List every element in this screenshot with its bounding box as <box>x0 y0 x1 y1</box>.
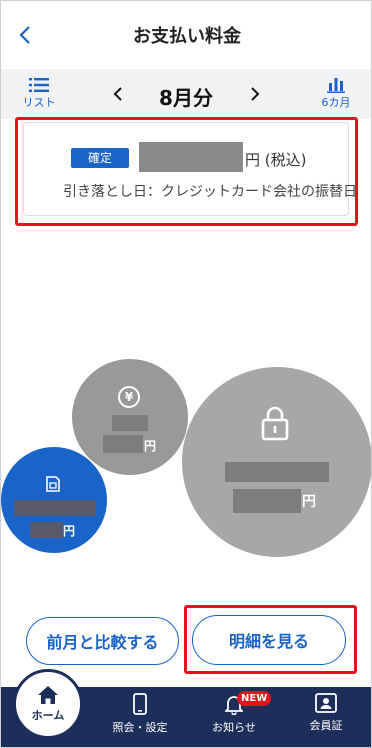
next-month-button[interactable] <box>244 83 266 105</box>
new-badge: NEW <box>237 691 272 706</box>
masked-lock-label <box>225 462 329 482</box>
yen-icon: ¥ <box>118 386 140 408</box>
month-label: 8月分 <box>159 86 213 110</box>
bar-chart-icon <box>327 78 345 93</box>
highlight-box-summary <box>15 117 358 226</box>
header: お支払い料金 <box>1 1 371 69</box>
sim-unit: 円 <box>63 524 76 538</box>
chevron-left-icon <box>19 26 30 44</box>
highlight-box-details <box>184 605 357 674</box>
masked-lock-amount <box>233 489 301 513</box>
list-label: リスト <box>22 96 56 109</box>
nav-member-label: 会員証 <box>309 719 343 732</box>
sim-card-icon <box>46 476 60 492</box>
page-title: お支払い料金 <box>133 26 241 47</box>
nav-inquiry-settings[interactable]: 照会・設定 <box>100 693 180 743</box>
chevron-right-icon <box>251 87 260 101</box>
back-button[interactable] <box>11 21 39 49</box>
id-card-icon <box>315 693 337 713</box>
masked-sim-amount <box>30 522 63 538</box>
compare-previous-month-button[interactable]: 前月と比較する <box>26 617 179 665</box>
list-button[interactable]: リスト <box>17 77 61 115</box>
nav-home[interactable]: ホーム <box>13 669 83 739</box>
nav-member-card[interactable]: 会員証 <box>286 693 366 743</box>
nav-inquiry-label: 照会・設定 <box>112 721 168 734</box>
lock-icon <box>261 406 289 441</box>
list-icon <box>29 78 49 92</box>
month-bar: リスト 8月分 6カ月 <box>1 69 371 119</box>
prev-month-button[interactable] <box>107 83 129 105</box>
nav-home-label: ホーム <box>31 709 65 722</box>
nav-notice-label: お知らせ <box>212 721 256 734</box>
lock-unit: 円 <box>302 494 316 510</box>
compare-button-label: 前月と比較する <box>46 633 159 652</box>
app-frame: お支払い料金 リスト 8月分 6カ月 確定 円 (税込) 引き落とし日：クレジッ… <box>0 0 372 748</box>
smartphone-icon <box>133 693 147 715</box>
masked-yen-amount <box>103 435 143 453</box>
masked-sim-label <box>14 500 96 516</box>
home-icon <box>38 686 58 704</box>
six-month-label: 6カ月 <box>321 96 351 109</box>
yen-unit: 円 <box>144 439 157 453</box>
six-month-button[interactable]: 6カ月 <box>313 77 359 115</box>
masked-yen-label <box>112 415 148 431</box>
chevron-left-icon <box>113 87 122 101</box>
